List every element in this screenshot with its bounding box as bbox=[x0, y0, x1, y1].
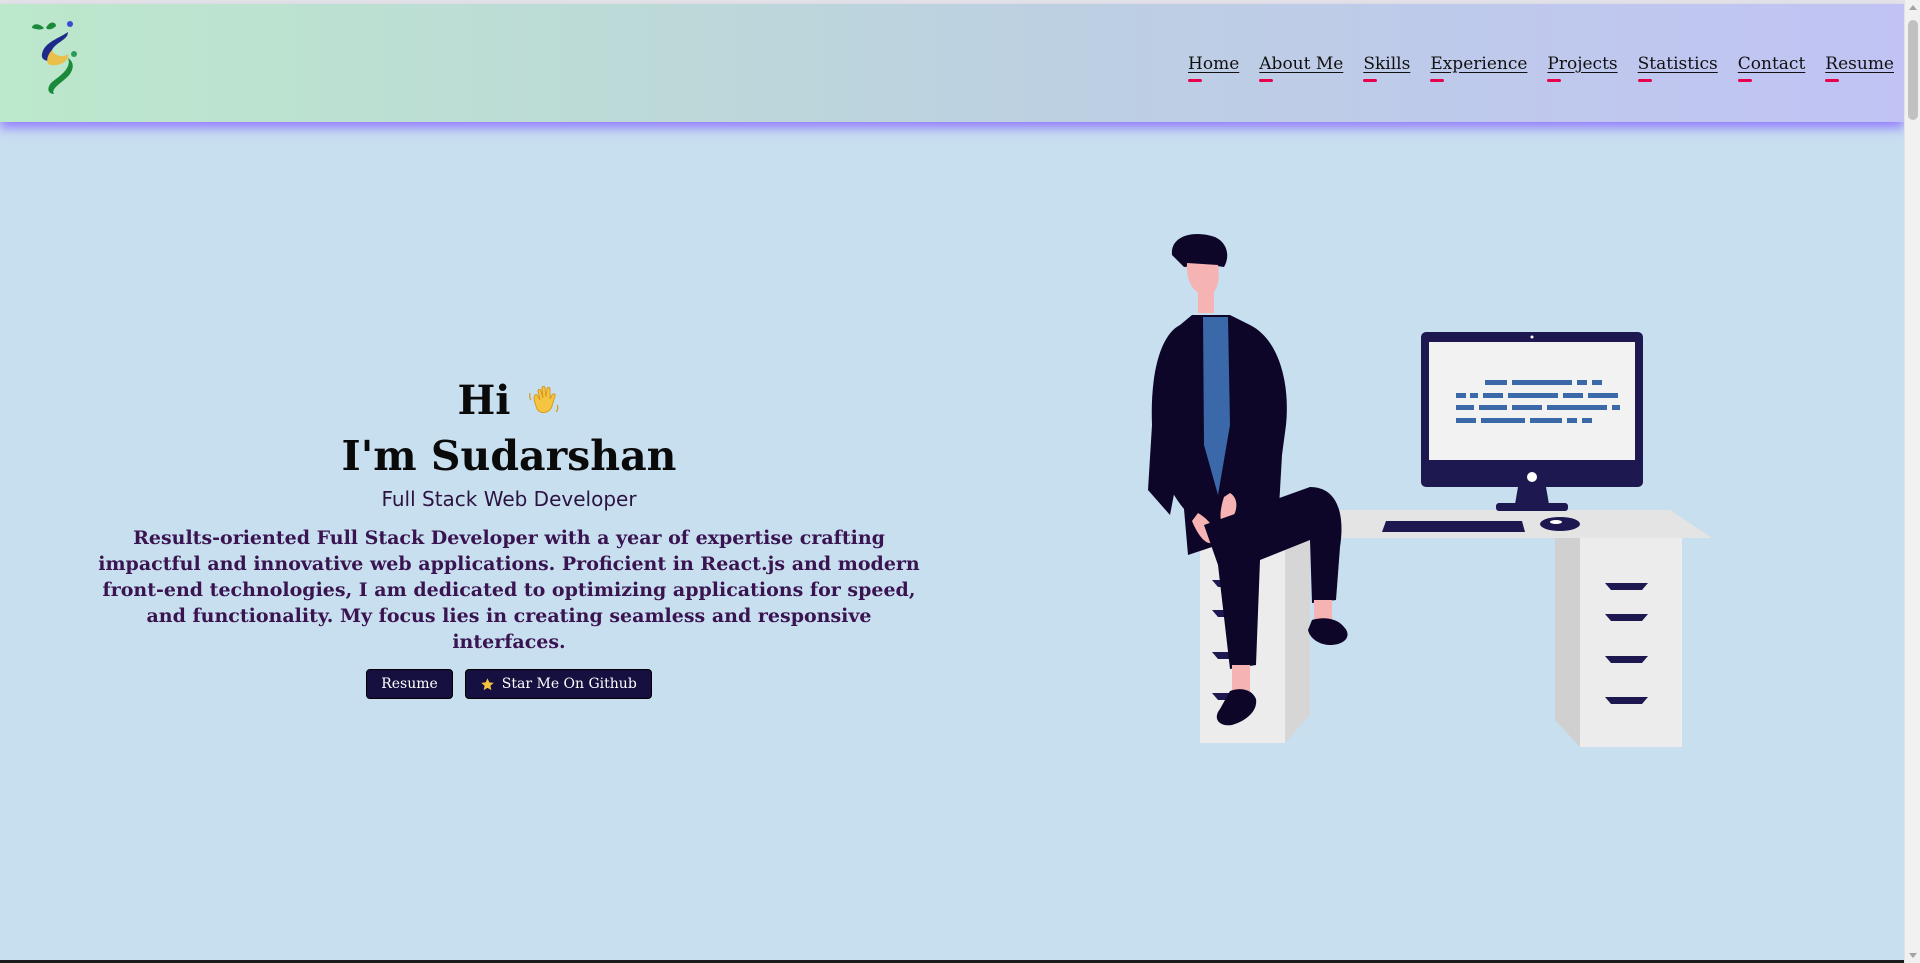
leaf-swirl-logo-icon[interactable] bbox=[30, 18, 86, 98]
developer-at-desk-illustration-icon bbox=[1148, 234, 1712, 747]
page-scrollbar[interactable] bbox=[1904, 0, 1920, 963]
nav-resume[interactable]: Resume bbox=[1825, 54, 1894, 82]
site-header: Home About Me Skills Experience Projects… bbox=[0, 4, 1904, 122]
hero-buttons: Resume Star Me On Github bbox=[90, 669, 928, 699]
github-star-button[interactable]: Star Me On Github bbox=[464, 669, 652, 699]
star-icon bbox=[481, 677, 494, 690]
waving-hand-icon bbox=[528, 386, 558, 414]
greeting-text: Hi bbox=[457, 376, 511, 424]
hero-role: Full Stack Web Developer bbox=[381, 487, 637, 511]
nav-statistics[interactable]: Statistics bbox=[1637, 54, 1718, 82]
nav-experience[interactable]: Experience bbox=[1430, 54, 1527, 82]
scroll-up-arrow-icon[interactable] bbox=[1909, 5, 1917, 10]
github-button-label: Star Me On Github bbox=[501, 676, 637, 692]
hero-section: Hi I'm Sudarshan Full Stack Web Develope… bbox=[90, 375, 928, 699]
resume-button-label: Resume bbox=[381, 676, 438, 692]
main-nav: Home About Me Skills Experience Projects… bbox=[1188, 54, 1894, 82]
hero-description: Results-oriented Full Stack Developer wi… bbox=[98, 527, 920, 653]
page: Home About Me Skills Experience Projects… bbox=[0, 0, 1920, 963]
nav-skills[interactable]: Skills bbox=[1363, 54, 1410, 82]
nav-projects[interactable]: Projects bbox=[1547, 54, 1618, 82]
resume-button[interactable]: Resume bbox=[366, 669, 453, 699]
hero-name: I'm Sudarshan bbox=[341, 432, 677, 480]
scrollbar-thumb[interactable] bbox=[1908, 20, 1918, 120]
nav-home[interactable]: Home bbox=[1188, 54, 1239, 82]
scroll-down-arrow-icon[interactable] bbox=[1909, 953, 1917, 958]
nav-contact[interactable]: Contact bbox=[1737, 54, 1805, 82]
nav-about-me[interactable]: About Me bbox=[1259, 54, 1343, 82]
greeting-line: Hi bbox=[90, 375, 928, 425]
